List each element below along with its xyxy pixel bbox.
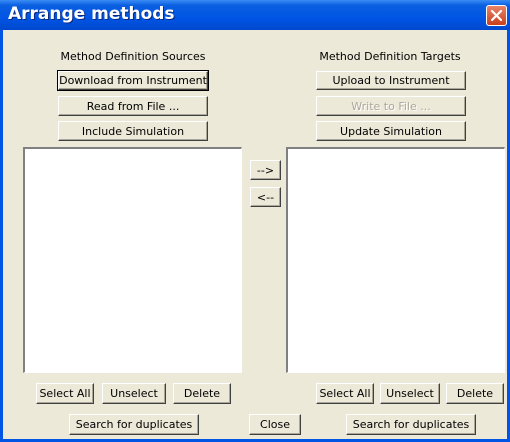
move-to-source-button[interactable]: <-- (250, 187, 281, 207)
targets-delete-button[interactable]: Delete (446, 383, 504, 404)
targets-search-duplicates-button[interactable]: Search for duplicates (346, 414, 476, 435)
include-simulation-button[interactable]: Include Simulation (58, 121, 208, 141)
move-to-target-button[interactable]: --> (250, 160, 281, 180)
sources-unselect-button[interactable]: Unselect (102, 383, 166, 404)
download-from-instrument-button[interactable]: Download from Instrument (57, 70, 209, 91)
close-window-button[interactable] (486, 5, 507, 26)
sources-search-duplicates-button[interactable]: Search for duplicates (69, 414, 199, 435)
sources-delete-button[interactable]: Delete (173, 383, 231, 404)
close-button[interactable]: Close (249, 414, 301, 435)
arrange-methods-dialog: Arrange methods Method Definition Source… (0, 0, 510, 442)
sources-heading: Method Definition Sources (60, 50, 206, 63)
targets-select-all-button[interactable]: Select All (316, 383, 374, 404)
write-to-file-button[interactable]: Write to File ... (316, 96, 466, 116)
update-simulation-button[interactable]: Update Simulation (316, 121, 466, 141)
title-bar[interactable]: Arrange methods (0, 0, 510, 30)
upload-to-instrument-button[interactable]: Upload to Instrument (316, 71, 466, 90)
close-x-icon (490, 9, 503, 22)
read-from-file-button[interactable]: Read from File ... (58, 96, 208, 116)
sources-listbox[interactable] (23, 147, 242, 373)
sources-select-all-button[interactable]: Select All (36, 383, 94, 404)
targets-unselect-button[interactable]: Unselect (380, 383, 440, 404)
dialog-title: Arrange methods (8, 4, 175, 24)
targets-listbox[interactable] (286, 147, 505, 373)
targets-heading: Method Definition Targets (319, 50, 461, 63)
